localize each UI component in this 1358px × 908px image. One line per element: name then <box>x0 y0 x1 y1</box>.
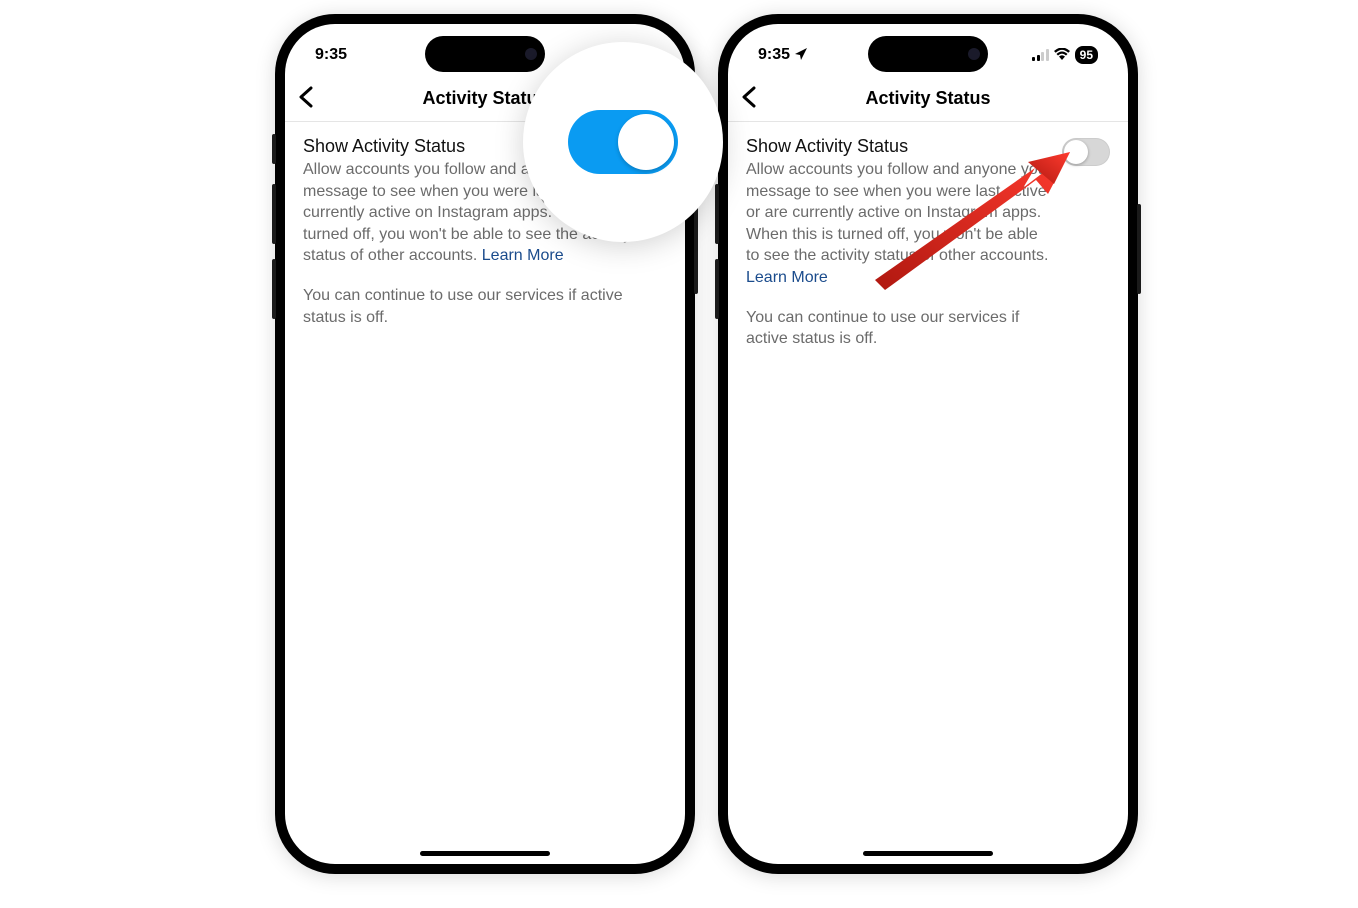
power-button <box>694 204 698 294</box>
page-title: Activity Status <box>865 88 990 109</box>
back-button[interactable] <box>740 83 758 115</box>
status-time: 9:35 <box>315 46 347 64</box>
power-button <box>1137 204 1141 294</box>
phone-screen-right: 9:35 95 Activity Status <box>728 24 1128 864</box>
volume-up-button <box>715 184 719 244</box>
home-indicator[interactable] <box>863 851 993 856</box>
settings-content: Show Activity Status Allow accounts you … <box>728 122 1128 364</box>
volume-down-button <box>715 259 719 319</box>
battery-level: 95 <box>1075 46 1098 64</box>
volume-down-button <box>272 259 276 319</box>
status-time: 9:35 <box>758 46 790 64</box>
setting-description: Allow accounts you follow and anyone you… <box>746 161 1048 264</box>
back-button[interactable] <box>297 83 315 115</box>
nav-header: Activity Status <box>728 76 1128 122</box>
cellular-signal-icon <box>1032 49 1049 61</box>
phone-frame-right: 9:35 95 Activity Status <box>718 14 1138 874</box>
zoom-callout: e <box>523 42 723 242</box>
toggle-knob <box>618 114 674 170</box>
mute-switch <box>272 134 276 164</box>
zoom-hint-fragment: e <box>535 193 545 214</box>
volume-up-button <box>272 184 276 244</box>
home-indicator[interactable] <box>420 851 550 856</box>
dynamic-island <box>868 36 988 72</box>
learn-more-link[interactable]: Learn More <box>482 245 564 267</box>
wifi-icon <box>1054 47 1070 64</box>
location-icon <box>794 47 808 64</box>
learn-more-link[interactable]: Learn More <box>746 267 828 289</box>
activity-status-toggle[interactable] <box>1062 138 1110 166</box>
toggle-knob <box>1064 140 1088 164</box>
setting-title: Show Activity Status <box>746 136 1052 157</box>
activity-status-toggle-zoomed[interactable] <box>568 110 678 174</box>
setting-note: You can continue to use our services if … <box>303 285 657 328</box>
setting-note: You can continue to use our services if … <box>746 307 1052 350</box>
dynamic-island <box>425 36 545 72</box>
